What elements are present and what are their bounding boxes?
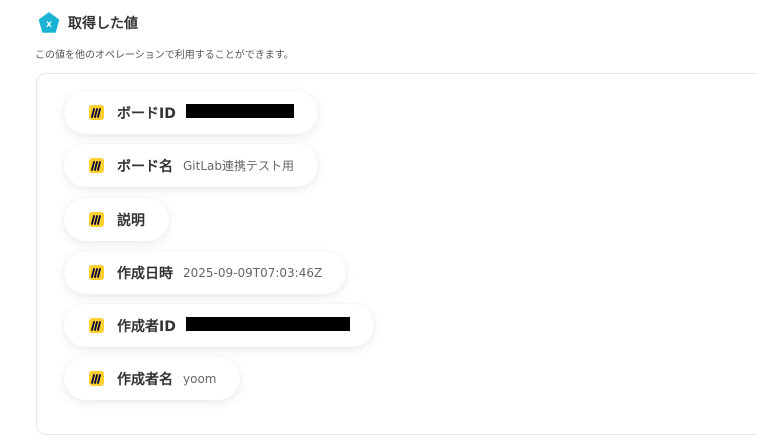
variable-hexagon-icon: x (38, 12, 60, 34)
section-title: 取得した値 (68, 16, 138, 32)
value-label: ボードID (117, 105, 176, 122)
value-text: yoom (183, 371, 217, 386)
value-label: 作成者名 (117, 371, 173, 388)
section-description: この値を他のオペレーションで利用することができます。 (35, 50, 294, 61)
value-chip-created-at[interactable]: 作成日時 2025-09-09T07:03:46Z (64, 251, 347, 294)
miro-icon (89, 371, 104, 386)
value-chip-description[interactable]: 説明 (64, 198, 169, 241)
value-redacted (185, 104, 294, 121)
value-text: GitLab連携テスト用 (183, 159, 294, 173)
value-chip-creator-id[interactable]: 作成者ID (64, 304, 374, 347)
value-label: ボード名 (117, 158, 173, 175)
section-header: x 取得した値 (38, 12, 138, 34)
value-text: 2025-09-09T07:03:46Z (183, 265, 323, 280)
value-chip-board-id[interactable]: ボードID (64, 91, 318, 134)
svg-text:x: x (46, 19, 52, 30)
value-redacted (185, 317, 350, 334)
miro-icon (89, 265, 104, 280)
miro-icon (89, 158, 104, 173)
miro-icon (89, 212, 104, 227)
value-chip-creator-name[interactable]: 作成者名 yoom (64, 357, 241, 400)
value-label: 説明 (117, 212, 145, 229)
value-label: 作成日時 (117, 265, 173, 282)
miro-icon (89, 318, 104, 333)
miro-icon (89, 105, 104, 120)
value-label: 作成者ID (117, 318, 176, 335)
value-chip-board-name[interactable]: ボード名 GitLab連携テスト用 (64, 144, 318, 187)
